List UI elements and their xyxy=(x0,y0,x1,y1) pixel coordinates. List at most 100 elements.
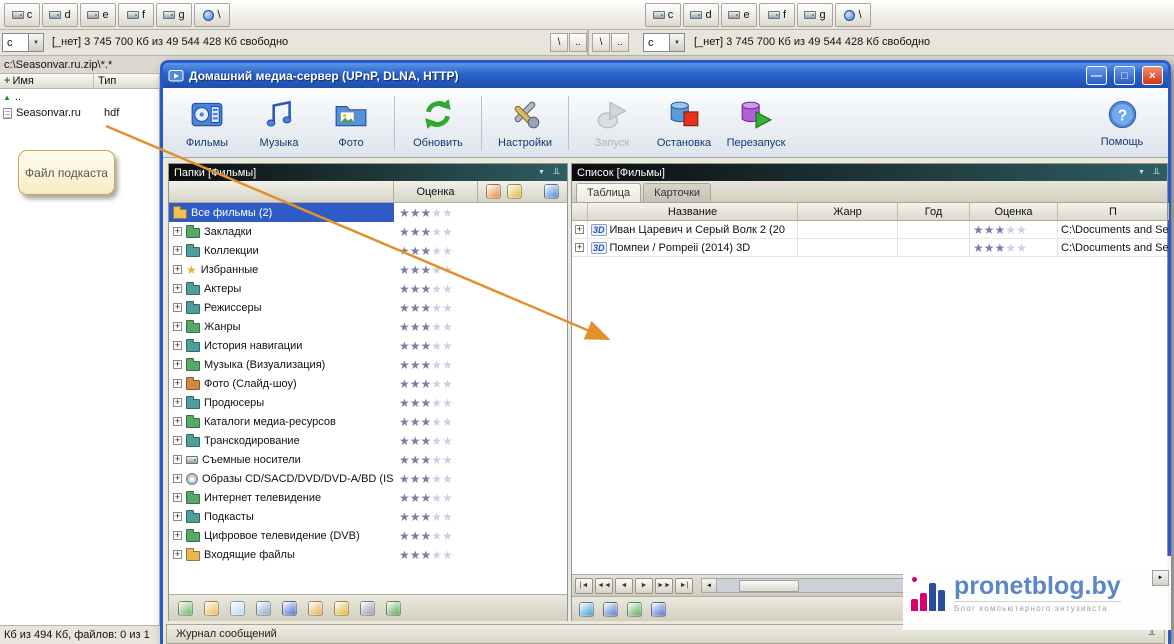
table-row[interactable]: +3DИван Царевич и Серый Волк 2 (20★★★★★C… xyxy=(572,221,1167,239)
tree-item[interactable]: +Каталоги медиа-ресурсов★★★★★ xyxy=(169,412,567,431)
expand-icon[interactable]: + xyxy=(173,265,182,274)
cloud-icon[interactable] xyxy=(230,601,245,616)
scroll-left-icon[interactable]: ◄ xyxy=(702,579,717,592)
chevron-down-icon[interactable]: ▼ xyxy=(536,169,547,176)
prev-page-button[interactable]: ◄ xyxy=(615,578,633,594)
drive-button-root[interactable]: \ xyxy=(194,3,230,27)
expand-icon[interactable]: + xyxy=(173,360,182,369)
settings-add-icon[interactable] xyxy=(360,601,375,616)
current-path-bar[interactable]: c:\Seasonvar.ru.zip\*.* xyxy=(0,56,160,73)
tree-item[interactable]: +Режиссеры★★★★★ xyxy=(169,298,567,317)
tree-item[interactable]: +Жанры★★★★★ xyxy=(169,317,567,336)
stats-icon[interactable] xyxy=(544,184,559,199)
column-header-type[interactable]: Тип xyxy=(94,74,160,88)
column-header[interactable]: Название xyxy=(588,203,798,220)
tree-item[interactable]: +Интернет телевидение★★★★★ xyxy=(169,488,567,507)
close-button[interactable]: × xyxy=(1142,66,1163,85)
export-icon[interactable] xyxy=(386,601,401,616)
drive-button-d[interactable]: d xyxy=(683,3,719,27)
key-icon[interactable] xyxy=(334,601,349,616)
expand-icon[interactable]: + xyxy=(173,303,182,312)
root-dir-button-left[interactable]: \ xyxy=(550,33,568,52)
drive-button-c[interactable]: c xyxy=(645,3,681,27)
expand-icon[interactable]: + xyxy=(173,493,182,502)
expand-icon[interactable]: + xyxy=(173,436,182,445)
tree-item[interactable]: +Входящие файлы★★★★★ xyxy=(169,545,567,564)
save-icon[interactable] xyxy=(651,602,666,617)
tree-item[interactable]: +Фото (Слайд-шоу)★★★★★ xyxy=(169,374,567,393)
expand-icon[interactable]: + xyxy=(173,455,182,464)
column-header[interactable]: П xyxy=(1058,203,1169,220)
column-header[interactable]: Год xyxy=(898,203,970,220)
expand-icon[interactable]: + xyxy=(173,474,182,483)
column-header-name[interactable]: + Имя xyxy=(0,74,94,88)
expand-icon[interactable]: + xyxy=(173,379,182,388)
pin-icon[interactable]: ╨ xyxy=(1151,168,1162,178)
expand-icon[interactable]: + xyxy=(173,512,182,521)
column-header[interactable]: Оценка xyxy=(970,203,1058,220)
expand-icon[interactable]: + xyxy=(173,550,182,559)
stop-button[interactable]: Остановка xyxy=(648,92,720,154)
drive-button-e[interactable]: e xyxy=(721,3,757,27)
stats-icon[interactable] xyxy=(579,602,594,617)
tree-item[interactable]: +Съемные носители★★★★★ xyxy=(169,450,567,469)
music-button[interactable]: Музыка xyxy=(243,92,315,154)
expand-icon[interactable]: + xyxy=(575,225,584,234)
tree-item[interactable]: +Коллекции★★★★★ xyxy=(169,241,567,260)
column-header[interactable]: Жанр xyxy=(798,203,898,220)
drive-button-c[interactable]: c xyxy=(4,3,40,27)
drive-combo-left[interactable]: c ▼ xyxy=(2,33,44,52)
file-row[interactable]: Seasonvar.ruhdf xyxy=(0,105,159,121)
drive-button-d[interactable]: d xyxy=(42,3,78,27)
fast-forward-button[interactable]: ►► xyxy=(655,578,673,594)
drive-button-g[interactable]: g xyxy=(797,3,833,27)
tab-таблица[interactable]: Таблица xyxy=(576,183,641,202)
chevron-down-icon[interactable]: ▼ xyxy=(669,34,684,51)
tree-item[interactable]: +Подкасты★★★★★ xyxy=(169,507,567,526)
table-icon[interactable] xyxy=(603,602,618,617)
refresh-button[interactable]: Обновить xyxy=(402,92,474,154)
file-row[interactable]: ▲.. xyxy=(0,89,159,105)
fast-back-button[interactable]: ◄◄ xyxy=(595,578,613,594)
tree-item[interactable]: +История навигации★★★★★ xyxy=(169,336,567,355)
grid-icon[interactable] xyxy=(256,601,271,616)
window-titlebar[interactable]: Домашний медиа-сервер (UPnP, DLNA, HTTP)… xyxy=(163,63,1168,88)
last-page-button[interactable]: ►| xyxy=(675,578,693,594)
up-dir-button-right[interactable]: .. xyxy=(611,33,629,52)
drive-button-f[interactable]: f xyxy=(759,3,795,27)
tree-item[interactable]: +Продюсеры★★★★★ xyxy=(169,393,567,412)
restart-button[interactable]: Перезапуск xyxy=(720,92,792,154)
expand-icon[interactable]: + xyxy=(173,284,182,293)
expand-icon[interactable]: + xyxy=(173,398,182,407)
drive-button-root[interactable]: \ xyxy=(835,3,871,27)
save-icon[interactable] xyxy=(282,601,297,616)
expand-icon[interactable]: + xyxy=(173,417,182,426)
chevron-down-icon[interactable]: ▼ xyxy=(1136,169,1147,176)
expand-icon[interactable]: + xyxy=(173,227,182,236)
next-page-button[interactable]: ► xyxy=(635,578,653,594)
minimize-button[interactable]: — xyxy=(1086,66,1107,85)
tree-item[interactable]: +Цифровое телевидение (DVB)★★★★★ xyxy=(169,526,567,545)
films-button[interactable]: Фильмы xyxy=(171,92,243,154)
drive-button-f[interactable]: f xyxy=(118,3,154,27)
drive-button-e[interactable]: e xyxy=(80,3,116,27)
new-folder-icon[interactable] xyxy=(204,601,219,616)
scrollbar-thumb[interactable] xyxy=(739,580,799,592)
tree-item[interactable]: +Закладки★★★★★ xyxy=(169,222,567,241)
first-page-button[interactable]: |◄ xyxy=(575,578,593,594)
tree-item[interactable]: +Музыка (Визуализация)★★★★★ xyxy=(169,355,567,374)
expand-icon[interactable]: + xyxy=(173,341,182,350)
drive-button-g[interactable]: g xyxy=(156,3,192,27)
folder-column-header[interactable] xyxy=(169,181,394,202)
key-icon[interactable] xyxy=(507,184,522,199)
root-dir-button-right[interactable]: \ xyxy=(592,33,610,52)
drive-combo-right[interactable]: c ▼ xyxy=(643,33,685,52)
rating-column-header[interactable]: Оценка xyxy=(394,181,478,202)
settings-button[interactable]: Настройки xyxy=(489,92,561,154)
maximize-button[interactable]: □ xyxy=(1114,66,1135,85)
scroll-right-button[interactable]: ► xyxy=(1152,570,1169,586)
pin-icon[interactable]: ╨ xyxy=(551,168,562,178)
photo-button[interactable]: Фото xyxy=(315,92,387,154)
tab-карточки[interactable]: Карточки xyxy=(643,183,711,202)
up-dir-button-left[interactable]: .. xyxy=(569,33,587,52)
